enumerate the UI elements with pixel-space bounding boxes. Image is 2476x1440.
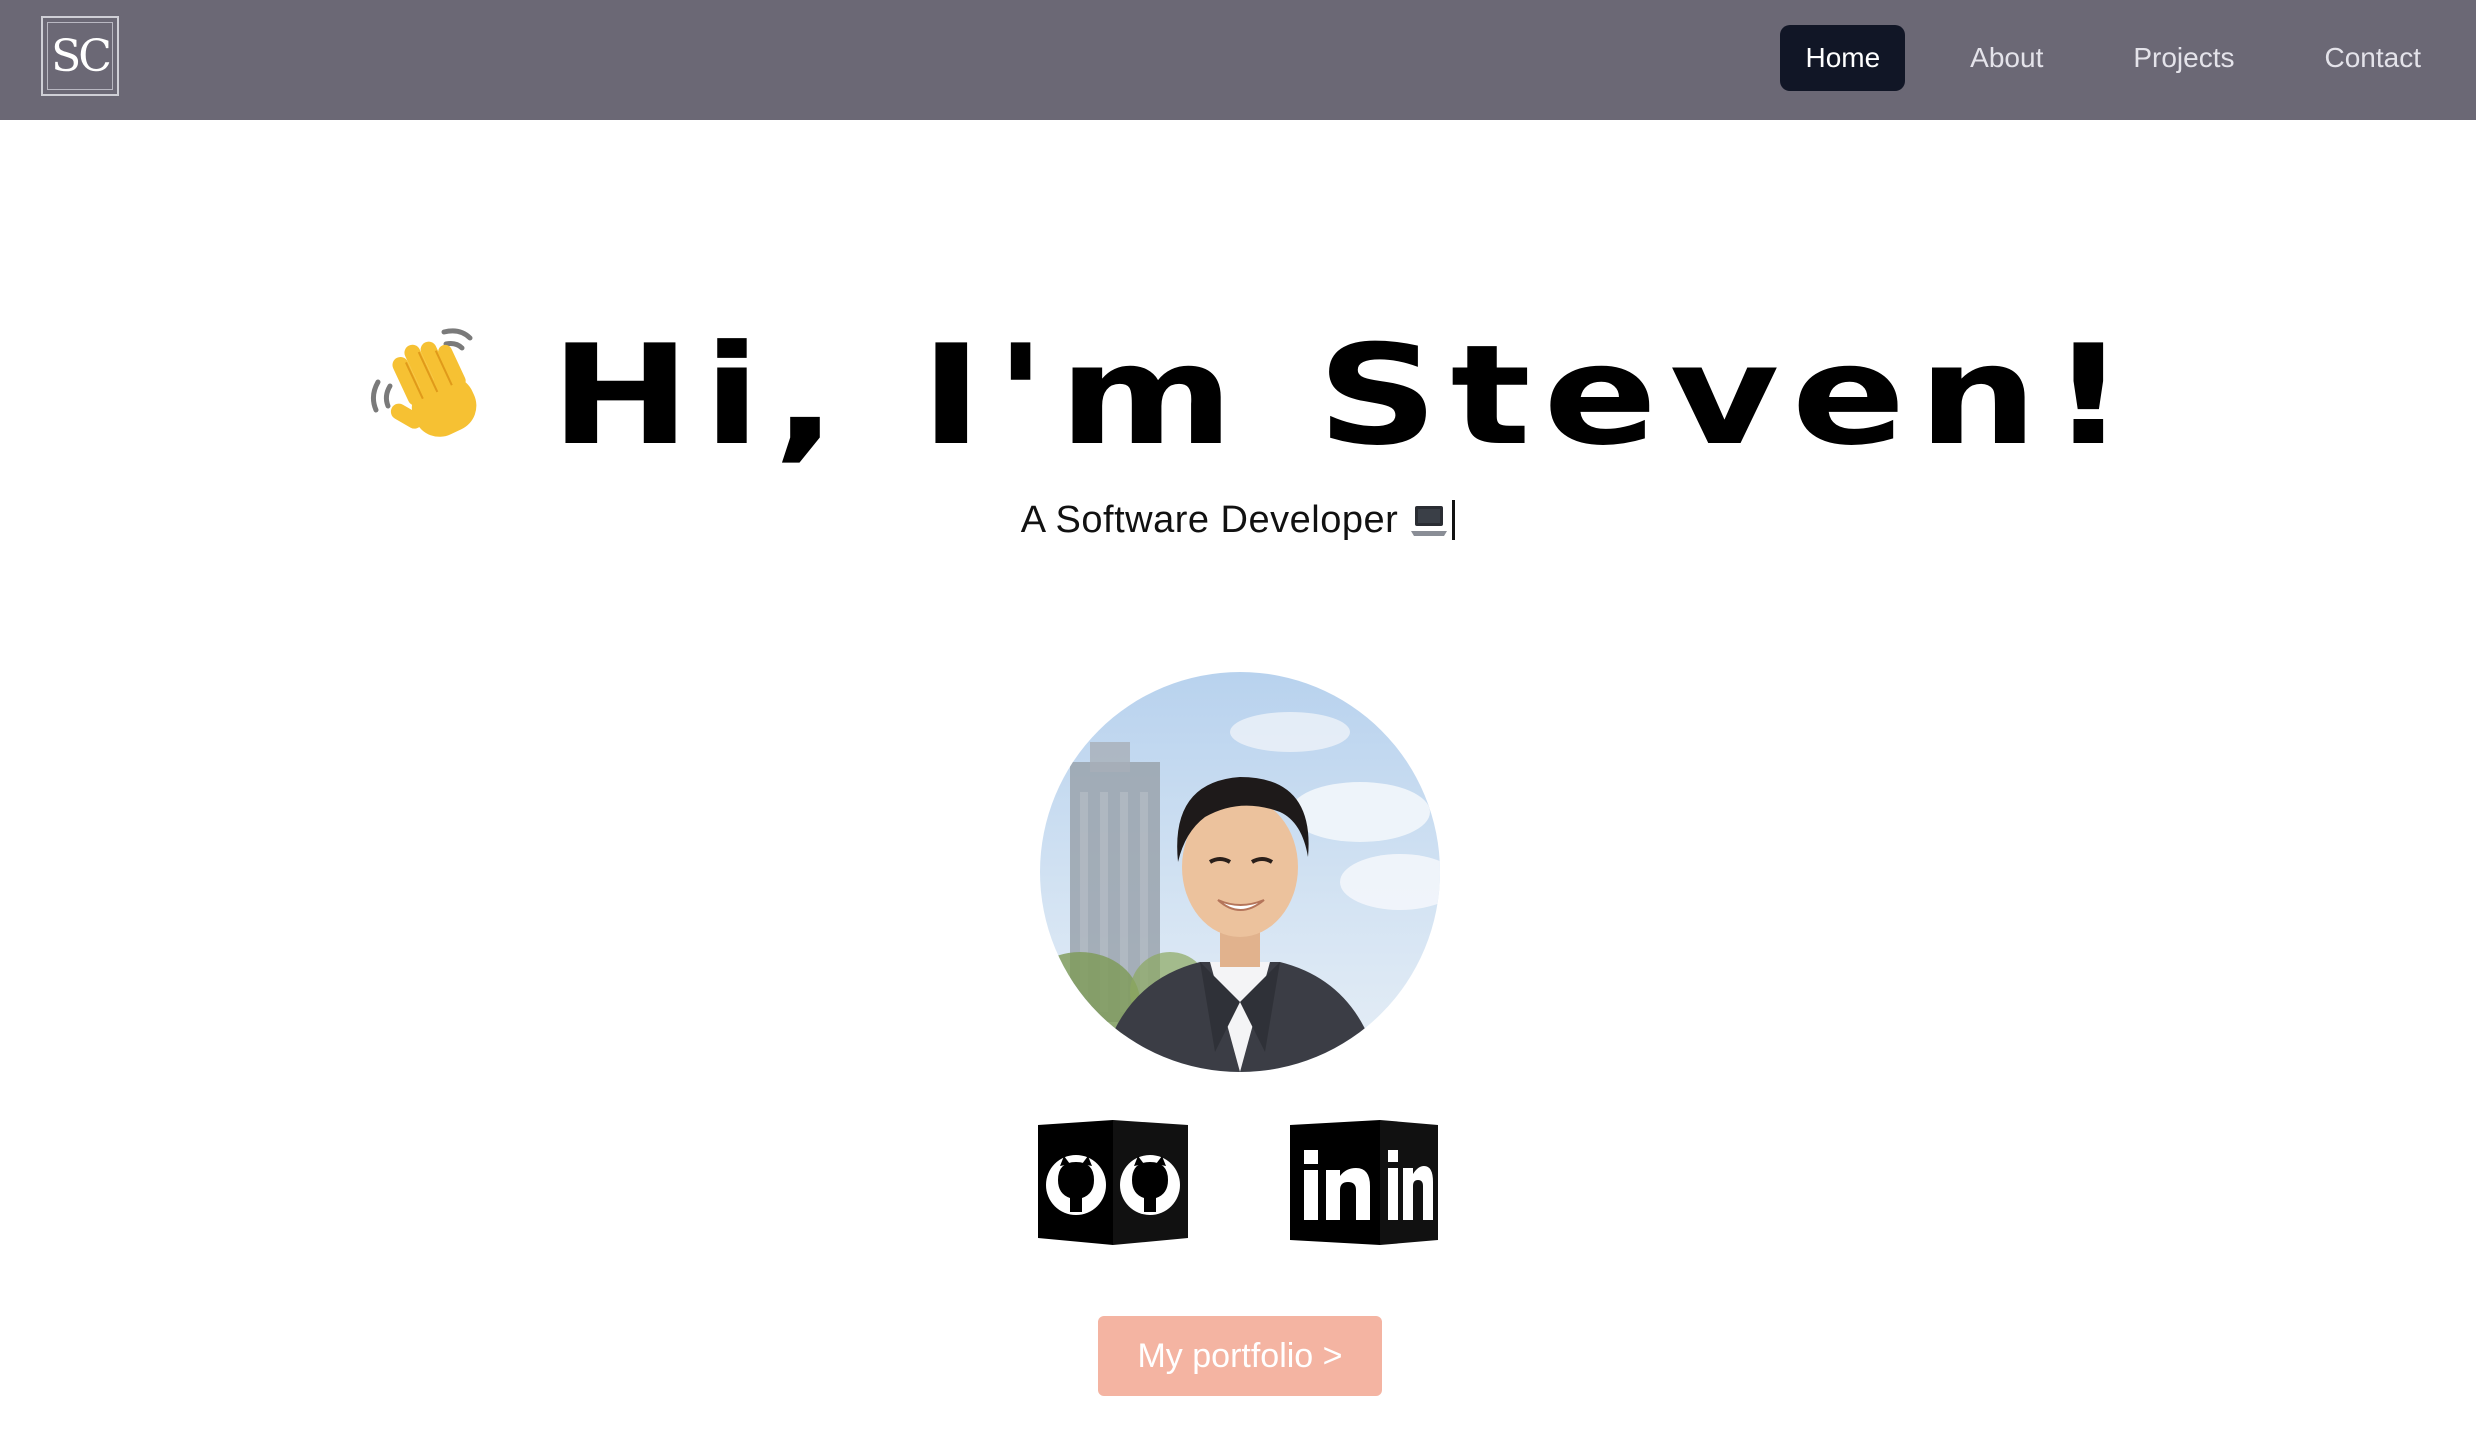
site-logo[interactable]: SC bbox=[41, 16, 119, 96]
nav-link-projects[interactable]: Projects bbox=[2108, 25, 2259, 91]
github-icon bbox=[1038, 1120, 1188, 1245]
profile-photo bbox=[1040, 672, 1440, 1072]
nav-link-about[interactable]: About bbox=[1945, 25, 2068, 91]
nav-links: Home About Projects Contact bbox=[1780, 25, 2446, 91]
hero-heading: Hi, I'm Steven! bbox=[0, 315, 2476, 476]
hero-subtitle: A Software Developer bbox=[1020, 498, 1399, 541]
navbar: SC Home About Projects Contact bbox=[0, 0, 2476, 120]
logo-text: SC bbox=[51, 30, 112, 82]
linkedin-link[interactable] bbox=[1290, 1120, 1438, 1245]
waving-hand-icon bbox=[370, 328, 477, 437]
typing-cursor bbox=[1452, 500, 1456, 540]
linkedin-icon bbox=[1290, 1120, 1438, 1245]
laptop-icon bbox=[1411, 506, 1448, 536]
nav-link-contact[interactable]: Contact bbox=[2300, 25, 2447, 91]
github-link[interactable] bbox=[1038, 1120, 1188, 1245]
profile-photo-image bbox=[1040, 672, 1440, 1072]
portfolio-button[interactable]: My portfolio > bbox=[1098, 1316, 1382, 1396]
subtitle-row: A Software Developer bbox=[0, 495, 2476, 545]
hero-title: Hi, I'm Steven! bbox=[549, 314, 2139, 476]
nav-link-home[interactable]: Home bbox=[1780, 25, 1906, 91]
